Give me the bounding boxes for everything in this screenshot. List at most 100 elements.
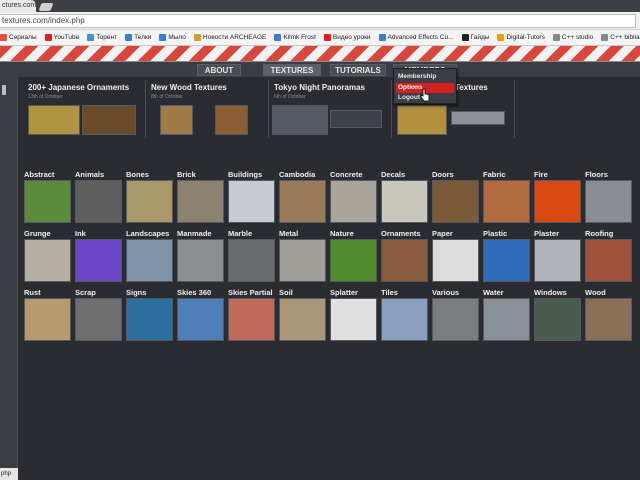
category-thumbnail[interactable]	[126, 239, 173, 282]
category-landscapes[interactable]: Landscapes	[126, 229, 174, 283]
category-thumbnail[interactable]	[483, 180, 530, 223]
category-thumbnail[interactable]	[177, 298, 224, 341]
featured-item[interactable]: Tokyo Night Panoramas 6th of October	[270, 80, 392, 138]
category-nature[interactable]: Nature	[330, 229, 378, 283]
category-thumbnail[interactable]	[330, 180, 377, 223]
category-thumbnail[interactable]	[381, 239, 428, 282]
category-wood[interactable]: Wood	[585, 288, 633, 342]
category-thumbnail[interactable]	[228, 239, 275, 282]
category-thumbnail[interactable]	[228, 298, 275, 341]
category-fabric[interactable]: Fabric	[483, 170, 531, 224]
category-tiles[interactable]: Tiles	[381, 288, 429, 342]
category-thumbnail[interactable]	[330, 239, 377, 282]
category-skies-360[interactable]: Skies 360	[177, 288, 225, 342]
bookmark-item[interactable]: Видео уроки	[323, 34, 371, 41]
category-soil[interactable]: Soil	[279, 288, 327, 342]
featured-item[interactable]: 200+ Japanese Ornaments 13th of October	[24, 80, 146, 138]
category-thumbnail[interactable]	[330, 298, 377, 341]
bookmark-item[interactable]: Kilmk Frost	[274, 34, 316, 41]
bookmark-item[interactable]: Advanced Effects Cu...	[378, 34, 454, 41]
category-thumbnail[interactable]	[534, 239, 581, 282]
featured-thumbnail[interactable]	[330, 110, 382, 128]
category-floors[interactable]: Floors	[585, 170, 633, 224]
category-brick[interactable]: Brick	[177, 170, 225, 224]
category-thumbnail[interactable]	[432, 298, 479, 341]
category-thumbnail[interactable]	[432, 239, 479, 282]
menu-item-membership[interactable]: Membership	[396, 72, 454, 82]
category-plaster[interactable]: Plaster	[534, 229, 582, 283]
category-water[interactable]: Water	[483, 288, 531, 342]
category-thumbnail[interactable]	[381, 180, 428, 223]
category-various[interactable]: Various	[432, 288, 480, 342]
category-thumbnail[interactable]	[279, 298, 326, 341]
browser-tab[interactable]: ctures.com/index.php	[0, 0, 36, 12]
category-grunge[interactable]: Grunge	[24, 229, 72, 283]
category-bones[interactable]: Bones	[126, 170, 174, 224]
category-animals[interactable]: Animals	[75, 170, 123, 224]
category-thumbnail[interactable]	[483, 298, 530, 341]
category-splatter[interactable]: Splatter	[330, 288, 378, 342]
featured-thumbnail[interactable]	[215, 105, 248, 135]
category-roofing[interactable]: Roofing	[585, 229, 633, 283]
category-windows[interactable]: Windows	[534, 288, 582, 342]
category-thumbnail[interactable]	[585, 298, 632, 341]
category-cambodia[interactable]: Cambodia	[279, 170, 327, 224]
category-thumbnail[interactable]	[24, 239, 71, 282]
category-decals[interactable]: Decals	[381, 170, 429, 224]
category-skies-partial[interactable]: Skies Partial	[228, 288, 276, 342]
category-abstract[interactable]: Abstract	[24, 170, 72, 224]
category-fire[interactable]: Fire	[534, 170, 582, 224]
bookmark-item[interactable]: C++ biblia	[601, 34, 640, 41]
category-thumbnail[interactable]	[279, 239, 326, 282]
category-scrap[interactable]: Scrap	[75, 288, 123, 342]
nav-tutorials[interactable]: TUTORIALS	[330, 64, 386, 76]
bookmark-item[interactable]: Торент	[87, 34, 117, 41]
bookmark-item[interactable]: Новости ARCHEAGE	[193, 34, 266, 41]
featured-thumbnail[interactable]	[272, 105, 328, 135]
category-thumbnail[interactable]	[177, 180, 224, 223]
featured-thumbnail[interactable]	[82, 105, 136, 135]
category-thumbnail[interactable]	[126, 298, 173, 341]
nav-textures[interactable]: TEXTURES	[263, 64, 321, 76]
featured-thumbnail[interactable]	[397, 105, 447, 135]
featured-thumbnail[interactable]	[451, 111, 505, 125]
bookmark-item[interactable]: C++ studio	[552, 34, 593, 41]
bookmark-item[interactable]: YouTube	[44, 34, 79, 41]
bookmark-item[interactable]: Гайды	[461, 34, 489, 41]
category-plastic[interactable]: Plastic	[483, 229, 531, 283]
category-thumbnail[interactable]	[75, 180, 122, 223]
category-thumbnail[interactable]	[24, 298, 71, 341]
category-buildings[interactable]: Buildings	[228, 170, 276, 224]
bookmark-item[interactable]: Телки	[125, 34, 151, 41]
category-metal[interactable]: Metal	[279, 229, 327, 283]
category-doors[interactable]: Doors	[432, 170, 480, 224]
category-thumbnail[interactable]	[228, 180, 275, 223]
nav-about[interactable]: ABOUT	[197, 64, 241, 76]
bookmark-item[interactable]: Мыло	[159, 34, 186, 41]
category-thumbnail[interactable]	[534, 298, 581, 341]
featured-item[interactable]: New Wood Textures 8th of October	[147, 80, 269, 138]
category-thumbnail[interactable]	[585, 180, 632, 223]
featured-thumbnail[interactable]	[28, 105, 80, 135]
category-marble[interactable]: Marble	[228, 229, 276, 283]
category-thumbnail[interactable]	[483, 239, 530, 282]
new-tab-button[interactable]	[38, 3, 54, 11]
category-signs[interactable]: Signs	[126, 288, 174, 342]
category-thumbnail[interactable]	[177, 239, 224, 282]
category-thumbnail[interactable]	[279, 180, 326, 223]
bookmark-item[interactable]: Сериалы	[0, 34, 37, 41]
category-thumbnail[interactable]	[75, 239, 122, 282]
featured-thumbnail[interactable]	[160, 105, 193, 135]
category-paper[interactable]: Paper	[432, 229, 480, 283]
category-thumbnail[interactable]	[432, 180, 479, 223]
category-thumbnail[interactable]	[24, 180, 71, 223]
category-ornaments[interactable]: Ornaments	[381, 229, 429, 283]
category-thumbnail[interactable]	[126, 180, 173, 223]
category-manmade[interactable]: Manmade	[177, 229, 225, 283]
url-field[interactable]: textures.com/index.php	[0, 14, 636, 28]
category-thumbnail[interactable]	[75, 298, 122, 341]
bookmark-item[interactable]: Digital-Tutors	[497, 34, 545, 41]
category-ink[interactable]: Ink	[75, 229, 123, 283]
category-thumbnail[interactable]	[585, 239, 632, 282]
category-thumbnail[interactable]	[534, 180, 581, 223]
